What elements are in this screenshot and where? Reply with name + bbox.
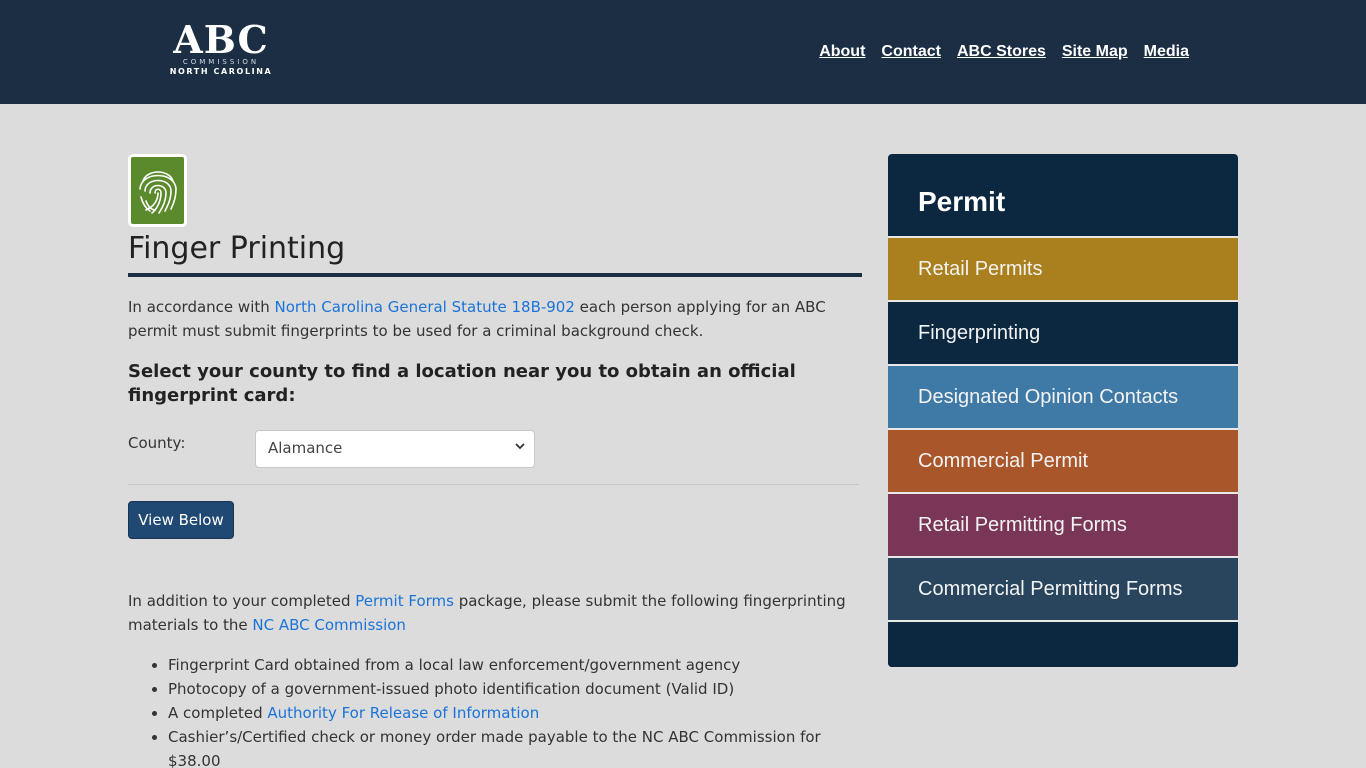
fingerprint-icon bbox=[128, 154, 187, 227]
nav-about[interactable]: About bbox=[819, 43, 865, 61]
logo-abc-text: ABC bbox=[173, 17, 269, 62]
nav-media[interactable]: Media bbox=[1144, 43, 1189, 61]
sidebar-item-commercial-permit[interactable]: Commercial Permit bbox=[888, 428, 1238, 492]
addition-text-1: In addition to your completed bbox=[128, 592, 356, 610]
permit-sidebar: Permit Retail Permits Fingerprinting Des… bbox=[888, 154, 1238, 667]
intro-text-before: In accordance with bbox=[128, 298, 275, 316]
authority-release-link[interactable]: Authority For Release of Information bbox=[267, 704, 539, 722]
list-item: Cashier’s/Certified check or money order… bbox=[168, 725, 862, 768]
page-title: Finger Printing bbox=[128, 231, 862, 277]
nav-contact[interactable]: Contact bbox=[881, 43, 941, 61]
nav-site-map[interactable]: Site Map bbox=[1062, 43, 1128, 61]
abc-logo[interactable]: ABC COMMISSION NORTH CAROLINA bbox=[166, 17, 276, 77]
chevron-down-icon bbox=[514, 440, 526, 455]
sidebar-item-retail-permits[interactable]: Retail Permits bbox=[888, 236, 1238, 300]
sidebar-item-designated-opinion-contacts[interactable]: Designated Opinion Contacts bbox=[888, 364, 1238, 428]
list-item: Photocopy of a government-issued photo i… bbox=[168, 677, 862, 701]
statute-link[interactable]: North Carolina General Statute 18B-902 bbox=[275, 298, 575, 316]
materials-paragraph: In addition to your completed Permit For… bbox=[128, 589, 862, 637]
main-content: Finger Printing In accordance with North… bbox=[128, 154, 862, 768]
sidebar-item-fingerprinting[interactable]: Fingerprinting bbox=[888, 300, 1238, 364]
sidebar-item-commercial-permitting-forms[interactable]: Commercial Permitting Forms bbox=[888, 556, 1238, 620]
sidebar-title: Permit bbox=[918, 186, 1006, 217]
site-header: ABC COMMISSION NORTH CAROLINA About Cont… bbox=[0, 0, 1366, 104]
logo-state-text: NORTH CAROLINA bbox=[169, 67, 273, 76]
main-nav: About Contact ABC Stores Site Map Media bbox=[819, 43, 1189, 61]
county-selected-value: Alamance bbox=[268, 439, 343, 457]
view-below-button[interactable]: View Below bbox=[128, 501, 234, 539]
requirements-list: Fingerprint Card obtained from a local l… bbox=[128, 653, 862, 768]
list-item: Fingerprint Card obtained from a local l… bbox=[168, 653, 862, 677]
sidebar-footer bbox=[888, 620, 1238, 667]
divider bbox=[128, 484, 859, 485]
intro-paragraph: In accordance with North Carolina Genera… bbox=[128, 295, 862, 343]
nav-abc-stores[interactable]: ABC Stores bbox=[957, 43, 1046, 61]
list-item: A completed Authority For Release of Inf… bbox=[168, 701, 862, 725]
nc-abc-commission-link[interactable]: NC ABC Commission bbox=[252, 616, 406, 634]
item3-text: A completed bbox=[168, 704, 268, 722]
sidebar-item-retail-permitting-forms[interactable]: Retail Permitting Forms bbox=[888, 492, 1238, 556]
permit-forms-link[interactable]: Permit Forms bbox=[355, 592, 454, 610]
select-county-heading: Select your county to find a location ne… bbox=[128, 361, 796, 406]
county-row: County: Alamance bbox=[128, 430, 862, 468]
county-select[interactable]: Alamance bbox=[255, 430, 535, 468]
county-label: County: bbox=[128, 434, 186, 452]
